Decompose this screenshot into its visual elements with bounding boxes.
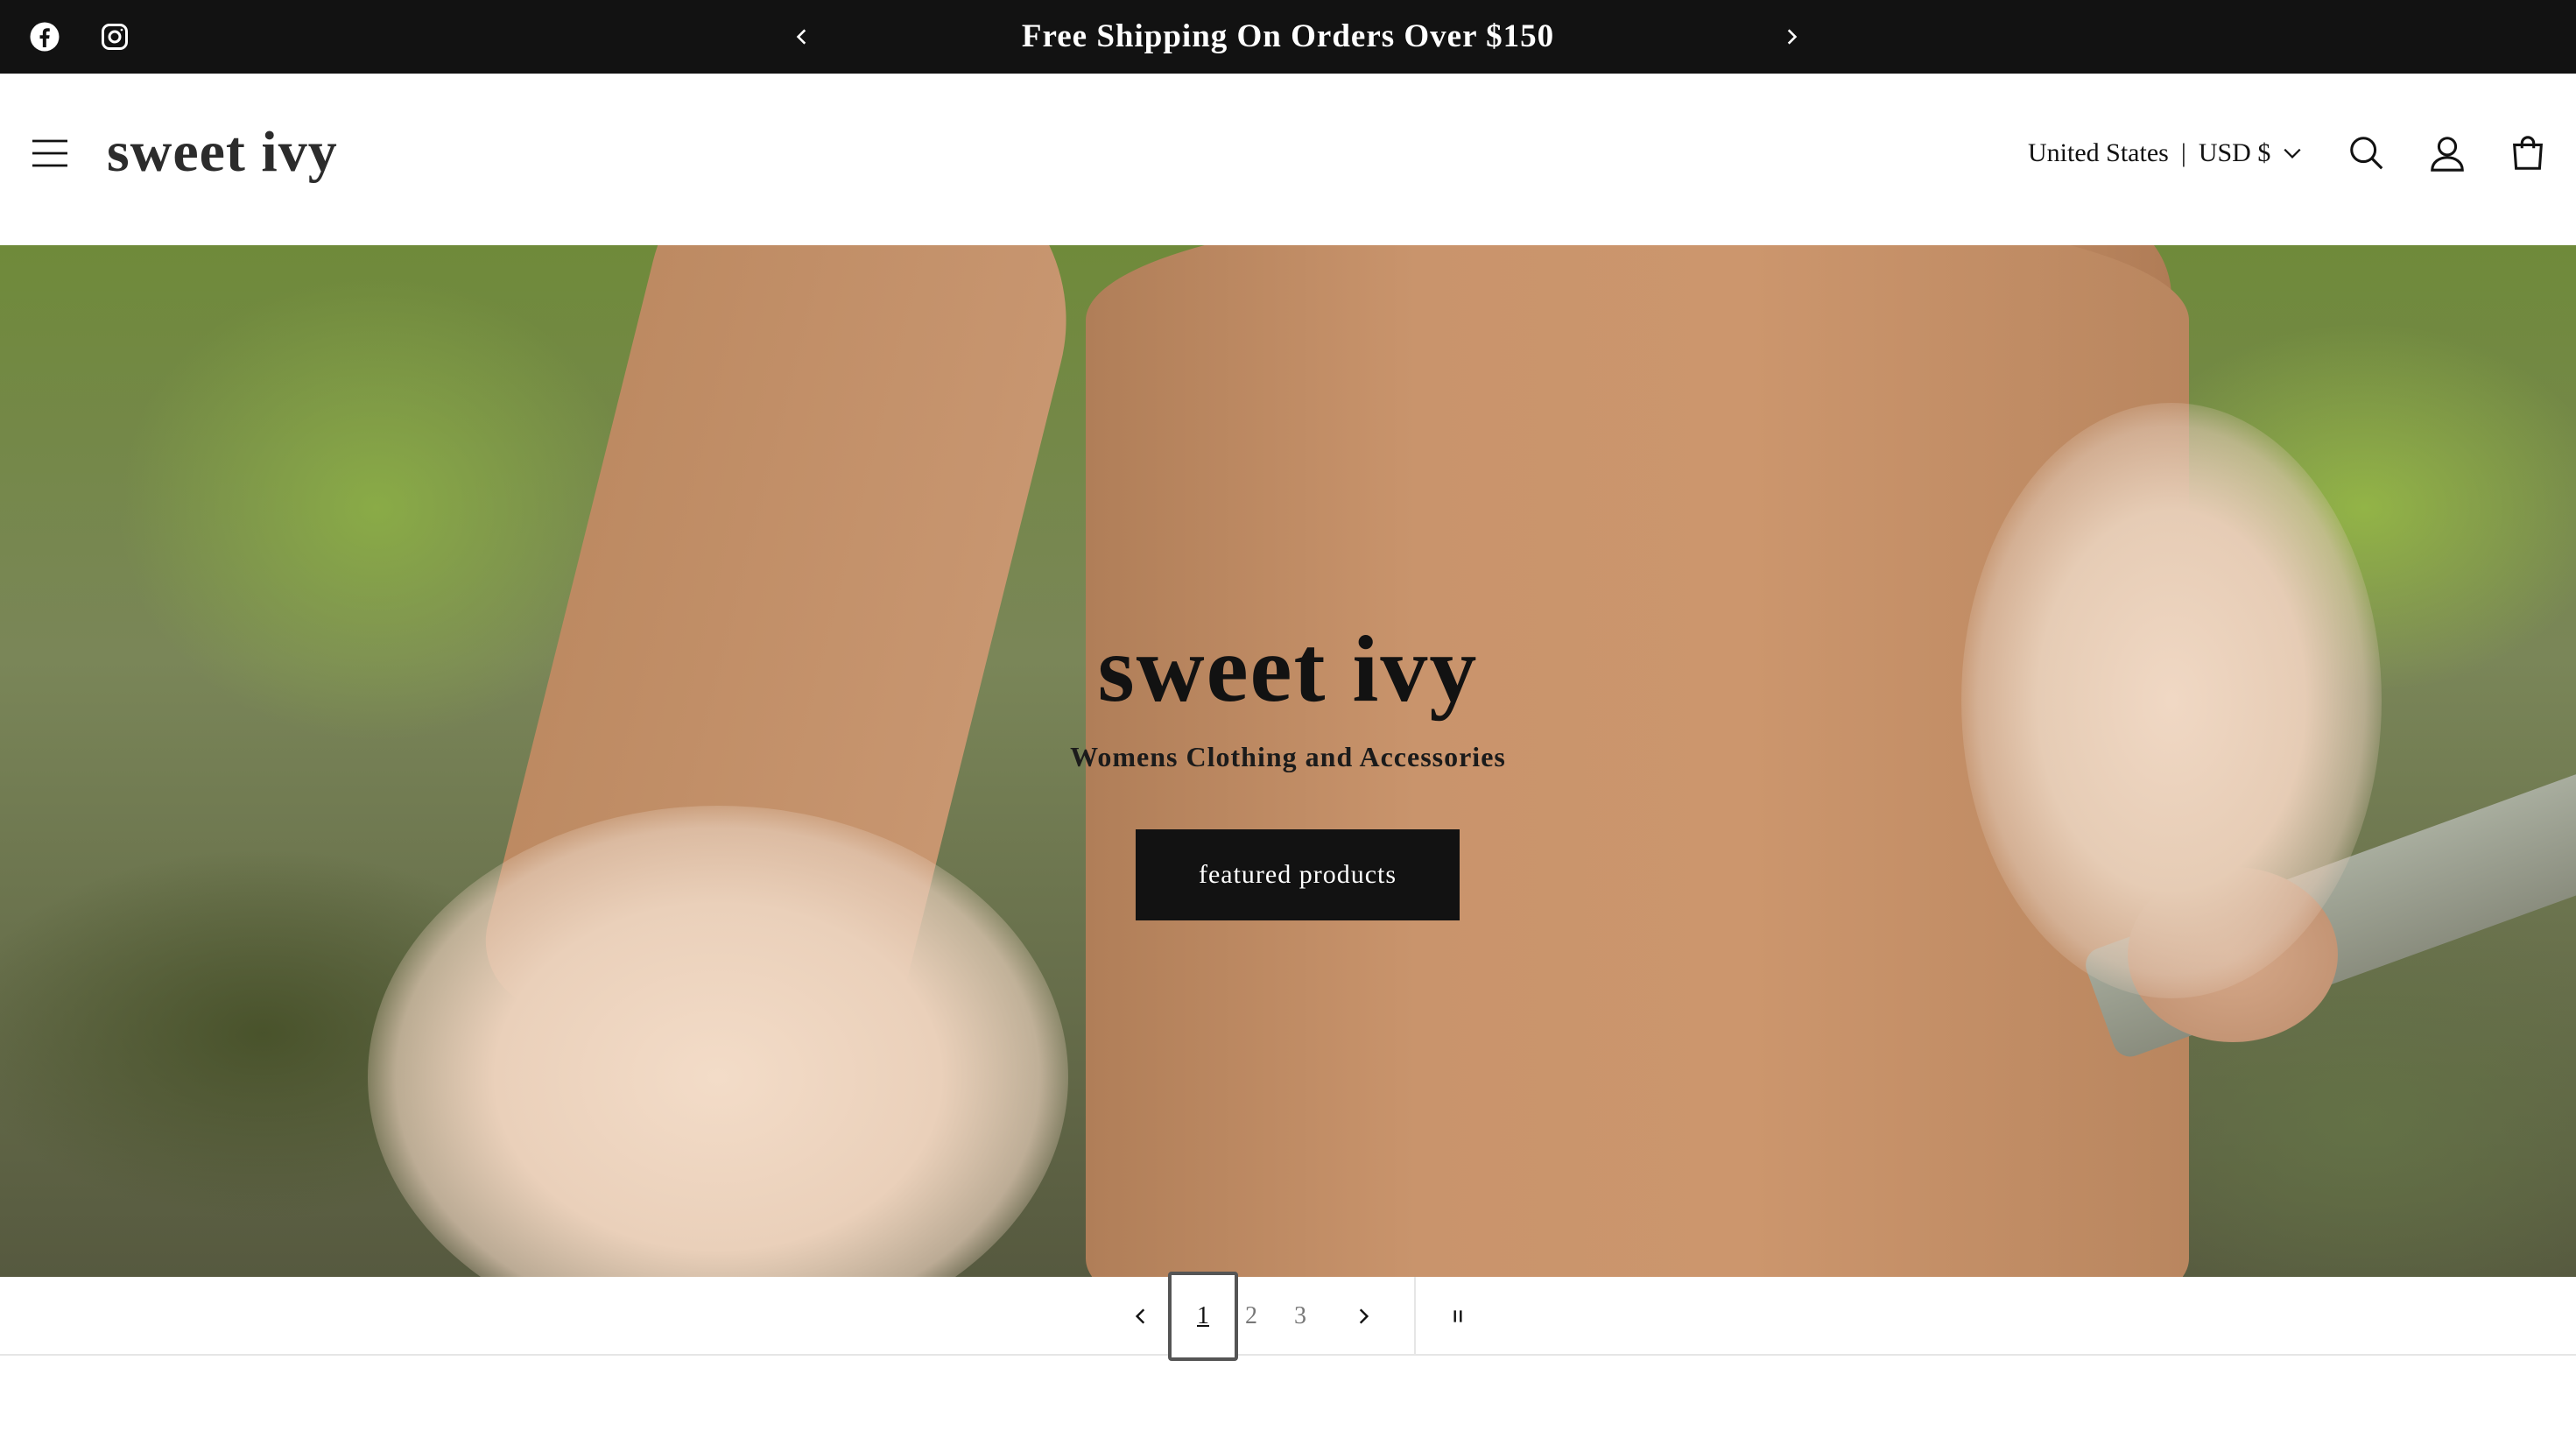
chevron-down-icon	[2284, 148, 2301, 159]
cart-button[interactable]	[2502, 128, 2553, 179]
account-icon	[2431, 137, 2464, 172]
hero-banner: sweet ivy Womens Clothing and Accessorie…	[0, 245, 2576, 1277]
announcement-prev-button[interactable]	[783, 18, 821, 56]
hamburger-menu-icon	[32, 139, 67, 167]
hero-subtitle: Womens Clothing and Accessories	[1070, 741, 1506, 772]
slide-next-button[interactable]	[1343, 1296, 1383, 1336]
menu-button[interactable]	[26, 130, 74, 177]
slide-dot-1[interactable]: 1	[1168, 1272, 1238, 1361]
country-currency-selector[interactable]: United States | USD $	[2028, 131, 2302, 175]
instagram-icon[interactable]	[96, 18, 133, 55]
account-button[interactable]	[2422, 128, 2473, 179]
announcement-bar: Free Shipping On Orders Over $150	[0, 0, 2576, 74]
chevron-left-icon	[796, 29, 806, 45]
cart-icon	[2513, 136, 2543, 170]
search-button[interactable]	[2341, 128, 2392, 179]
slideshow-controls: 1 2 3	[0, 1272, 2576, 1361]
announcement-text: Free Shipping On Orders Over $150	[1021, 18, 1555, 54]
facebook-icon[interactable]	[26, 18, 63, 55]
slideshow-pause-button[interactable]	[1436, 1296, 1480, 1336]
slide-dot-3[interactable]: 3	[1287, 1277, 1313, 1356]
hero-image-fur-cuff-right	[1961, 403, 2382, 998]
slide-dot-2[interactable]: 2	[1238, 1277, 1264, 1356]
hero-title: sweet ivy	[1097, 617, 1479, 722]
pause-icon	[1453, 1310, 1462, 1322]
country-label: United States	[2028, 138, 2169, 167]
chevron-right-icon	[1359, 1308, 1369, 1324]
announcement-next-button[interactable]	[1772, 18, 1811, 56]
site-logo[interactable]: sweet ivy	[107, 117, 338, 187]
search-icon	[2350, 137, 2383, 170]
hero-image-fur-cuff-left	[368, 806, 1068, 1277]
chevron-right-icon	[1787, 29, 1798, 45]
slider-divider	[1414, 1277, 1416, 1356]
slide-prev-button[interactable]	[1121, 1296, 1161, 1336]
locale-separator: |	[2180, 138, 2186, 167]
featured-products-button[interactable]: featured products	[1136, 829, 1460, 920]
chevron-left-icon	[1135, 1308, 1145, 1324]
site-header: sweet ivy United States | USD $	[0, 74, 2576, 245]
hero-content: sweet ivy Womens Clothing and Accessorie…	[938, 613, 1638, 920]
currency-label: USD $	[2198, 138, 2271, 167]
